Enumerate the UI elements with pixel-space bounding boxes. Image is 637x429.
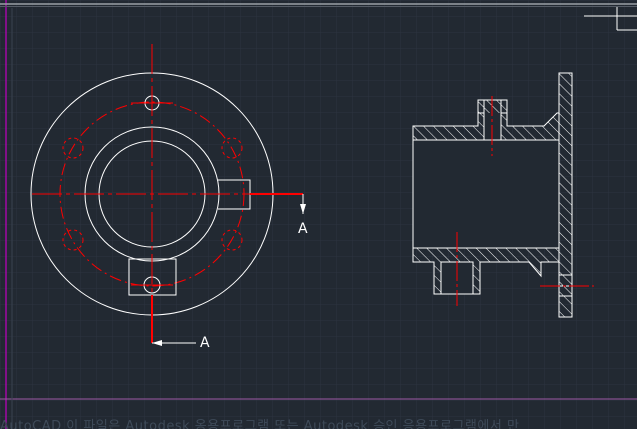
drawing-canvas[interactable] xyxy=(0,0,637,429)
section-label-a-right[interactable]: A xyxy=(298,221,308,237)
section-label-a-bottom[interactable]: A xyxy=(200,335,210,351)
educational-watermark: AutoCAD 이 파일은 Autodesk 옹용프로그램 또는 Autodes… xyxy=(0,419,520,429)
drawing-viewport[interactable]: A A AutoCAD 이 파일은 Autodesk 옹용프로그램 또는 Aut… xyxy=(0,0,637,429)
section-flange[interactable] xyxy=(558,72,573,276)
section-bore[interactable] xyxy=(412,139,560,249)
